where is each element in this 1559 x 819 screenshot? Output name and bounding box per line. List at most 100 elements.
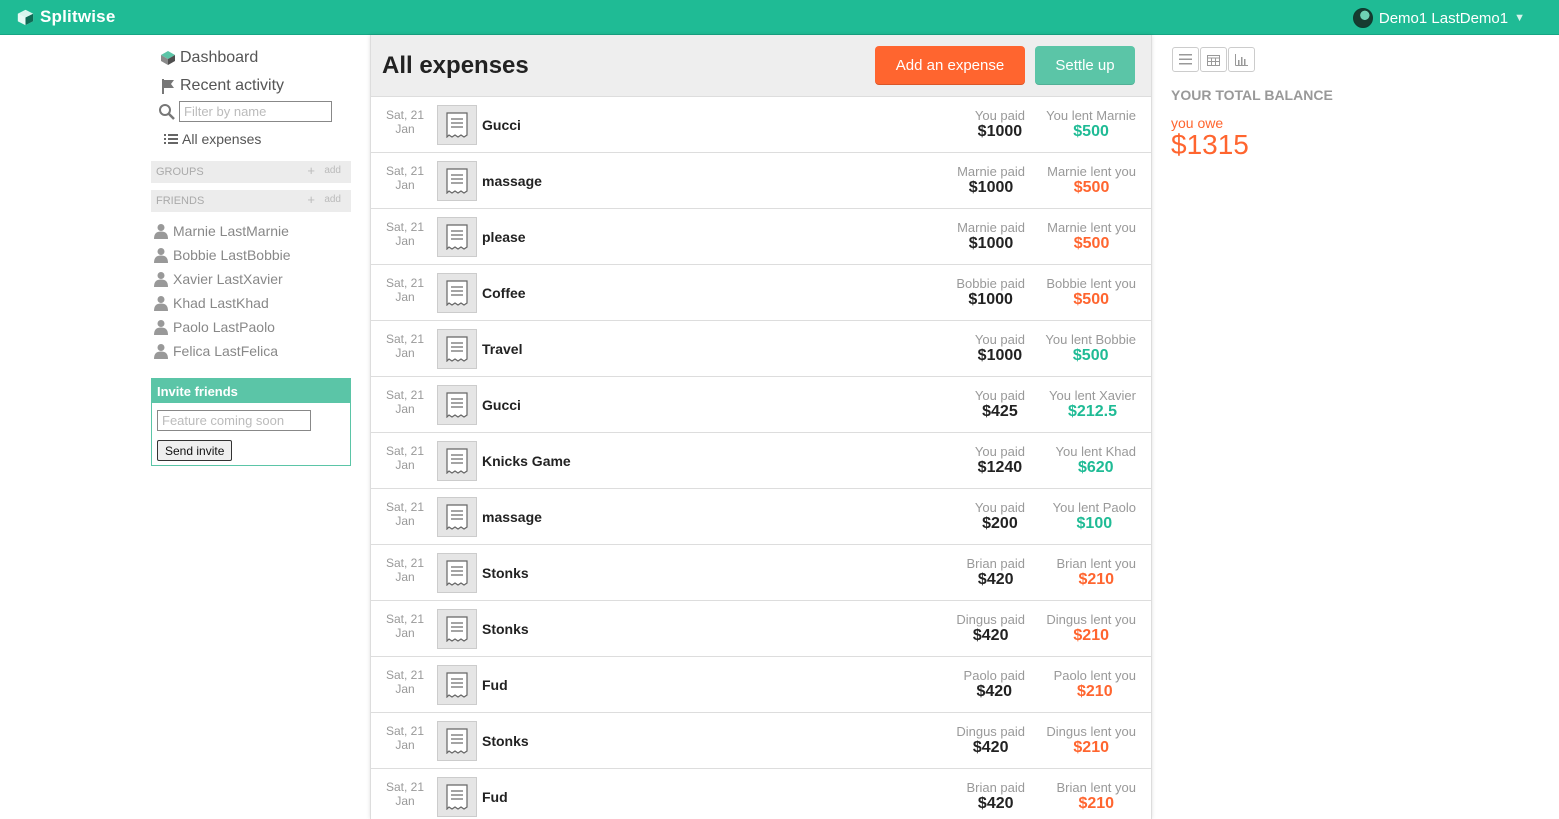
expense-date: Sat, 21 Jan	[385, 164, 425, 192]
payer-label: Paolo paid	[963, 668, 1025, 683]
friend-name: Bobbie LastBobbie	[173, 247, 291, 263]
paid-amount: $200	[982, 515, 1018, 532]
paid-amount: $420	[972, 627, 1009, 644]
friend-name: Paolo LastPaolo	[173, 319, 275, 335]
expense-lent: Dingus lent you $210	[1046, 724, 1136, 757]
expense-description: massage	[482, 509, 542, 525]
nav-all-expenses-label: All expenses	[182, 131, 262, 147]
invite-email-input[interactable]	[157, 410, 311, 431]
lent-label: You lent Marnie	[1046, 108, 1136, 123]
friend-name: Marnie LastMarnie	[173, 223, 289, 239]
expense-row[interactable]: Sat, 21 Jan Stonks Dingus paid $420 Dingus le…	[371, 713, 1151, 769]
paid-amount: $425	[982, 403, 1018, 420]
expense-row[interactable]: Sat, 21 Jan Stonks Brian paid $420 Brian lent…	[371, 545, 1151, 601]
expense-paid: Brian paid $420	[966, 556, 1025, 589]
expense-row[interactable]: Sat, 21 Jan massage You paid $200 You lent Pa…	[371, 489, 1151, 545]
lent-label: You lent Bobbie	[1045, 332, 1136, 347]
lent-label: Brian lent you	[1056, 780, 1137, 795]
receipt-icon	[437, 441, 477, 481]
expense-row[interactable]: Sat, 21 Jan Coffee Bobbie paid $1000 Bobbie l…	[371, 265, 1151, 321]
calendar-view-button[interactable]	[1200, 47, 1227, 72]
expense-row[interactable]: Sat, 21 Jan massage Marnie paid $1000 Marnie …	[371, 153, 1151, 209]
lent-label: Bobbie lent you	[1046, 276, 1136, 291]
payer-label: You paid	[974, 108, 1025, 123]
chart-view-button[interactable]	[1228, 47, 1255, 72]
expense-date-month: Jan	[395, 570, 415, 584]
add-expense-button[interactable]: Add an expense	[875, 46, 1025, 85]
caret-down-icon: ▼	[1514, 12, 1525, 24]
lent-amount: $212.5	[1068, 403, 1117, 420]
lent-amount: $210	[1078, 795, 1115, 812]
expense-row[interactable]: Sat, 21 Jan Gucci You paid $425 You lent Xavi…	[371, 377, 1151, 433]
expense-date-month: Jan	[395, 178, 415, 192]
plus-icon: +	[307, 163, 315, 178]
filter-by-name-input[interactable]	[179, 101, 332, 122]
expense-description: massage	[482, 173, 542, 189]
nav-all-expenses[interactable]: All expenses	[164, 131, 261, 147]
expense-lent: You lent Khad $620	[1056, 444, 1136, 477]
paid-amount: $1240	[977, 459, 1023, 476]
add-group-link[interactable]: add	[324, 165, 341, 176]
expense-lent: Marnie lent you $500	[1047, 220, 1136, 253]
expense-row[interactable]: Sat, 21 Jan Gucci You paid $1000 You lent Mar…	[371, 97, 1151, 153]
person-icon	[154, 272, 168, 287]
invite-friends-title: Invite friends	[152, 379, 350, 403]
lent-label: Marnie lent you	[1047, 220, 1136, 235]
payer-label: Dingus paid	[956, 724, 1025, 739]
lent-amount: $210	[1077, 683, 1113, 700]
nav-recent-activity[interactable]: Recent activity	[160, 77, 284, 95]
nav-dashboard[interactable]: Dashboard	[160, 49, 258, 67]
friend-item[interactable]: Marnie LastMarnie	[154, 219, 291, 243]
friend-item[interactable]: Bobbie LastBobbie	[154, 243, 291, 267]
lent-label: Dingus lent you	[1046, 724, 1136, 739]
list-view-button[interactable]	[1172, 47, 1199, 72]
receipt-icon	[437, 161, 477, 201]
expense-row[interactable]: Sat, 21 Jan Stonks Dingus paid $420 Dingus le…	[371, 601, 1151, 657]
calendar-icon	[1207, 54, 1220, 66]
receipt-icon	[437, 721, 477, 761]
expense-paid: You paid $1000	[975, 332, 1025, 365]
friend-item[interactable]: Khad LastKhad	[154, 291, 291, 315]
expense-date-day: Sat, 21	[385, 444, 425, 458]
expense-lent: Brian lent you $210	[1057, 780, 1137, 813]
lent-label: You lent Paolo	[1052, 500, 1136, 515]
expense-row[interactable]: Sat, 21 Jan please Marnie paid $1000 Marnie l…	[371, 209, 1151, 265]
expense-list: Sat, 21 Jan Gucci You paid $1000 You lent Mar…	[371, 97, 1151, 819]
page-title: All expenses	[382, 52, 529, 79]
expense-date: Sat, 21 Jan	[385, 388, 425, 416]
lent-amount: $500	[1073, 123, 1109, 140]
payer-label: You paid	[974, 388, 1025, 403]
send-invite-button[interactable]: Send invite	[157, 440, 233, 461]
friend-item[interactable]: Felica LastFelica	[154, 339, 291, 363]
person-icon	[154, 344, 168, 359]
friends-label: FRIENDS	[156, 195, 205, 207]
settle-up-button[interactable]: Settle up	[1035, 46, 1135, 85]
friend-item[interactable]: Paolo LastPaolo	[154, 315, 291, 339]
payer-label: You paid	[974, 332, 1025, 347]
expense-row[interactable]: Sat, 21 Jan Fud Paolo paid $420 Paolo lent yo…	[371, 657, 1151, 713]
expense-date: Sat, 21 Jan	[385, 500, 425, 528]
expense-description: Coffee	[482, 285, 526, 301]
expense-description: please	[482, 229, 526, 245]
expense-date-day: Sat, 21	[385, 276, 425, 290]
expense-paid: Dingus paid $420	[956, 612, 1025, 645]
brand-link[interactable]: Splitwise	[16, 5, 116, 29]
paid-amount: $1000	[968, 179, 1014, 196]
expense-date-day: Sat, 21	[385, 668, 425, 682]
friend-item[interactable]: Xavier LastXavier	[154, 267, 291, 291]
expense-row[interactable]: Sat, 21 Jan Travel You paid $1000 You lent Bo…	[371, 321, 1151, 377]
expense-row[interactable]: Sat, 21 Jan Knicks Game You paid $1240 You le…	[371, 433, 1151, 489]
expense-date-month: Jan	[395, 346, 415, 360]
expense-paid: Dingus paid $420	[956, 724, 1025, 757]
list-icon	[164, 134, 178, 144]
paid-amount: $420	[977, 795, 1014, 812]
expense-date-month: Jan	[395, 514, 415, 528]
expense-row[interactable]: Sat, 21 Jan Fud Brian paid $420 Brian lent yo…	[371, 769, 1151, 819]
paid-amount: $420	[972, 739, 1009, 756]
user-menu[interactable]: Demo1 LastDemo1 ▼	[1352, 8, 1525, 28]
payer-label: Brian paid	[966, 780, 1025, 795]
expense-date: Sat, 21 Jan	[385, 332, 425, 360]
lent-amount: $500	[1073, 179, 1110, 196]
expense-description: Knicks Game	[482, 453, 571, 469]
add-friend-link[interactable]: add	[324, 194, 341, 205]
